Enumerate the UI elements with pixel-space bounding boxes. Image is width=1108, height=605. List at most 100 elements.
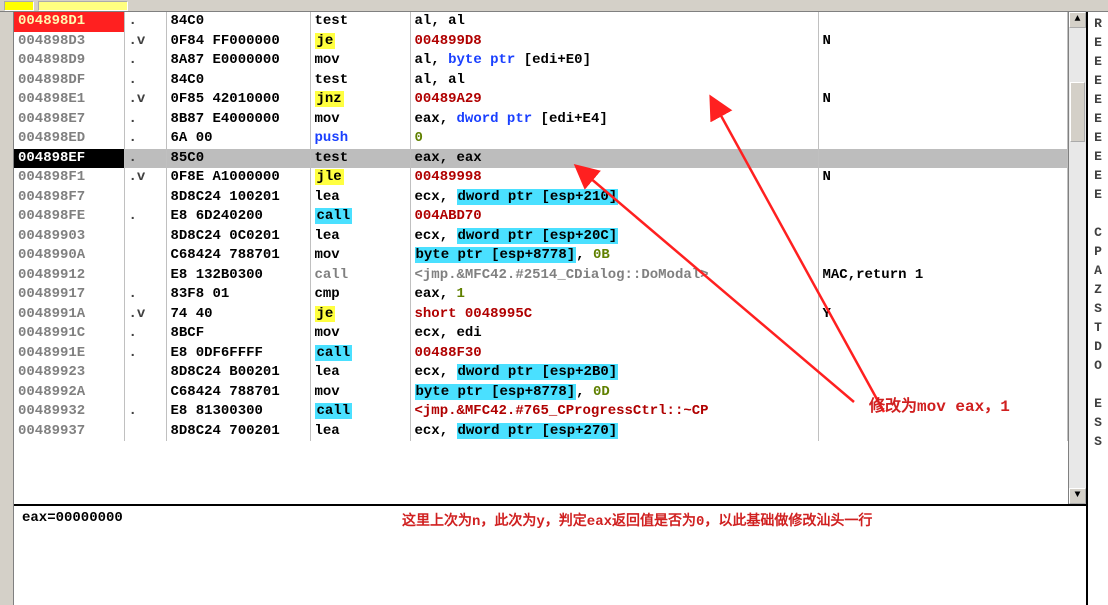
direction-cell: .	[124, 285, 166, 305]
direction-cell: .	[124, 207, 166, 227]
scroll-up-button[interactable]: ▲	[1069, 12, 1086, 28]
operands-cell: eax, dword ptr [edi+E4]	[410, 110, 818, 130]
comment-cell: MAC,return 1	[818, 266, 1068, 286]
address-cell[interactable]: 004898DF	[14, 71, 124, 91]
code-row[interactable]: 004898FE.E8 6D240200call004ABD70	[14, 207, 1068, 227]
vertical-scrollbar[interactable]: ▲ ▼	[1068, 12, 1086, 504]
direction-cell: .	[124, 12, 166, 32]
address-cell[interactable]: 004898ED	[14, 129, 124, 149]
hex-cell: 74 40	[166, 305, 310, 325]
address-cell[interactable]: 00489937	[14, 422, 124, 442]
code-row[interactable]: 0048990AC68424 788701movbyte ptr [esp+87…	[14, 246, 1068, 266]
hex-cell: 0F8E A1000000	[166, 168, 310, 188]
operands-cell: 004899D8	[410, 32, 818, 52]
code-row[interactable]: 004898EF.85C0testeax, eax	[14, 149, 1068, 169]
address-cell[interactable]: 0048990A	[14, 246, 124, 266]
address-cell[interactable]: 004898FE	[14, 207, 124, 227]
reg-flag: R	[1088, 14, 1108, 33]
address-cell[interactable]: 00489903	[14, 227, 124, 247]
reg-flag: S	[1088, 299, 1108, 318]
address-cell[interactable]: 004898F1	[14, 168, 124, 188]
address-cell[interactable]: 004898D9	[14, 51, 124, 71]
code-row[interactable]: 00489912E8 132B0300call<jmp.&MFC42.#2514…	[14, 266, 1068, 286]
code-row[interactable]: 004898F1.v0F8E A1000000jle00489998N	[14, 168, 1068, 188]
hex-cell: C68424 788701	[166, 383, 310, 403]
operands-cell: ecx, dword ptr [esp+270]	[410, 422, 818, 442]
code-row[interactable]: 00489937 8D8C24 700201leaecx, dword ptr […	[14, 422, 1068, 442]
address-cell[interactable]: 004898E7	[14, 110, 124, 130]
annotation-modify: 修改为mov eax，1	[869, 392, 1010, 416]
registers-strip: REEEEEEEEECPAZSTDOESS	[1086, 12, 1108, 605]
code-row[interactable]: 004898D1.84C0testal, al	[14, 12, 1068, 32]
hex-cell: 85C0	[166, 149, 310, 169]
code-row[interactable]: 0048991E.E8 0DF6FFFFcall00488F30	[14, 344, 1068, 364]
mnemonic-cell: jnz	[310, 90, 410, 110]
reg-flag: E	[1088, 394, 1108, 413]
address-cell[interactable]: 004898EF	[14, 149, 124, 169]
direction-cell	[124, 363, 166, 383]
reg-flag: D	[1088, 337, 1108, 356]
address-cell[interactable]: 004898D3	[14, 32, 124, 52]
reg-flag: E	[1088, 185, 1108, 204]
address-cell[interactable]: 00489912	[14, 266, 124, 286]
address-cell[interactable]: 00489932	[14, 402, 124, 422]
direction-cell	[124, 227, 166, 247]
address-cell[interactable]: 004898D1	[14, 12, 124, 32]
reg-flag: E	[1088, 147, 1108, 166]
address-cell[interactable]: 0048991E	[14, 344, 124, 364]
code-row[interactable]: 004898E1.v0F85 42010000jnz00489A29N	[14, 90, 1068, 110]
hex-cell: 0F84 FF000000	[166, 32, 310, 52]
code-row[interactable]: 004898D3.v0F84 FF000000je004899D8N	[14, 32, 1068, 52]
mnemonic-cell: call	[310, 207, 410, 227]
comment-cell	[818, 71, 1068, 91]
code-row[interactable]: 0048991A.v74 40jeshort 0048995CY	[14, 305, 1068, 325]
hex-cell: 6A 00	[166, 129, 310, 149]
address-cell[interactable]: 004898E1	[14, 90, 124, 110]
mnemonic-cell: cmp	[310, 285, 410, 305]
comment-cell	[818, 12, 1068, 32]
comment-cell	[818, 363, 1068, 383]
code-row[interactable]: 004898DF.84C0testal, al	[14, 71, 1068, 91]
address-cell[interactable]: 0048991A	[14, 305, 124, 325]
code-row[interactable]: 004899038D8C24 0C0201leaecx, dword ptr […	[14, 227, 1068, 247]
mnemonic-cell: lea	[310, 188, 410, 208]
comment-cell	[818, 129, 1068, 149]
scroll-thumb[interactable]	[1070, 82, 1085, 142]
code-row[interactable]: 004899238D8C24 B00201leaecx, dword ptr […	[14, 363, 1068, 383]
reg-flag	[1088, 375, 1108, 394]
operands-cell: 00488F30	[410, 344, 818, 364]
comment-cell	[818, 188, 1068, 208]
code-row[interactable]: 004898E7.8B87 E4000000moveax, dword ptr …	[14, 110, 1068, 130]
code-row[interactable]: 004898ED.6A 00push0	[14, 129, 1068, 149]
scroll-down-button[interactable]: ▼	[1069, 488, 1086, 504]
mnemonic-cell: mov	[310, 110, 410, 130]
reg-flag: A	[1088, 261, 1108, 280]
hex-cell: 8D8C24 700201	[166, 422, 310, 442]
address-cell[interactable]: 0048991C	[14, 324, 124, 344]
comment-cell	[818, 422, 1068, 442]
direction-cell	[124, 383, 166, 403]
mnemonic-cell: test	[310, 71, 410, 91]
code-row[interactable]: 00489917.83F8 01cmpeax, 1	[14, 285, 1068, 305]
toolbar	[0, 0, 1108, 12]
operands-cell: eax, 1	[410, 285, 818, 305]
mnemonic-cell: push	[310, 129, 410, 149]
operands-cell: ecx, dword ptr [esp+20C]	[410, 227, 818, 247]
direction-cell: .	[124, 51, 166, 71]
address-cell[interactable]: 004898F7	[14, 188, 124, 208]
mnemonic-cell: mov	[310, 51, 410, 71]
info-pane: eax=00000000 这里上次为n，此次为y，判定eax返回值是否为0，以此…	[14, 506, 1086, 605]
code-row[interactable]: 004898D9.8A87 E0000000moval, byte ptr [e…	[14, 51, 1068, 71]
direction-cell: .	[124, 344, 166, 364]
code-row[interactable]: 0048991C.8BCFmovecx, edi	[14, 324, 1068, 344]
address-cell[interactable]: 00489917	[14, 285, 124, 305]
disassembly-pane[interactable]: 004898D1.84C0testal, al004898D3.v0F84 FF…	[14, 12, 1068, 504]
comment-cell: Y	[818, 305, 1068, 325]
hex-cell: 0F85 42010000	[166, 90, 310, 110]
comment-cell: N	[818, 90, 1068, 110]
address-cell[interactable]: 00489923	[14, 363, 124, 383]
address-cell[interactable]: 0048992A	[14, 383, 124, 403]
mnemonic-cell: lea	[310, 422, 410, 442]
hex-cell: 8A87 E0000000	[166, 51, 310, 71]
code-row[interactable]: 004898F78D8C24 100201leaecx, dword ptr […	[14, 188, 1068, 208]
